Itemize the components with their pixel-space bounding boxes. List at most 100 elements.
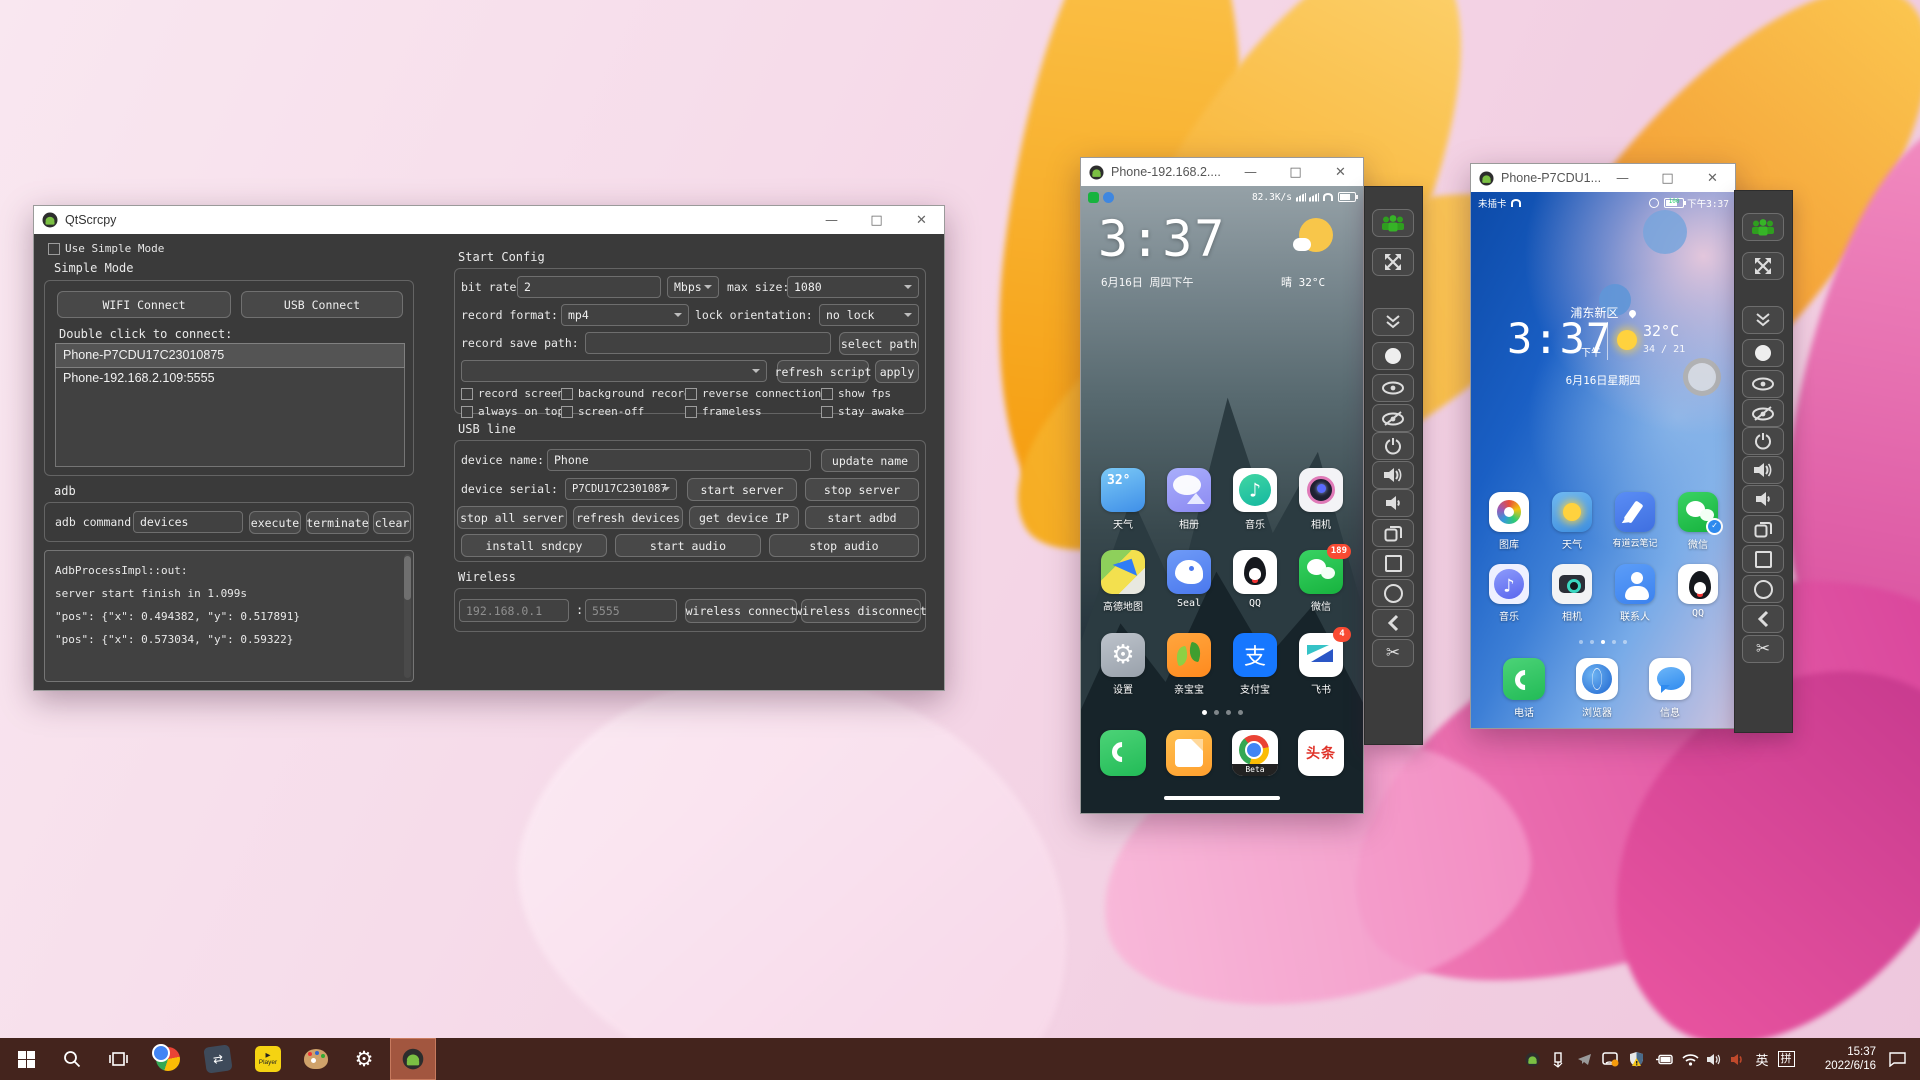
tray-power-icon[interactable] (1652, 1038, 1676, 1080)
screen-on-button[interactable] (1742, 370, 1784, 398)
dock-browser[interactable]: 浏览器 (1567, 658, 1627, 719)
app-camera[interactable]: 相机 (1542, 564, 1602, 623)
frameless-checkbox[interactable]: frameless (685, 405, 762, 418)
install-sndcpy-button[interactable]: install sndcpy (461, 534, 607, 557)
close-icon[interactable]: ✕ (899, 206, 944, 234)
stop-audio-button[interactable]: stop audio (769, 534, 919, 557)
update-name-button[interactable]: update name (821, 449, 919, 472)
phone2-screen[interactable]: 未插卡 100 下午3:37 浦东新区 3:37 下午 32°C 34 / 21… (1471, 192, 1735, 728)
volume-down-button[interactable] (1742, 485, 1784, 513)
menu-button[interactable] (1742, 545, 1784, 573)
app-camera[interactable]: 相机 (1289, 468, 1353, 531)
wireless-disconnect-button[interactable]: wireless disconnect (801, 599, 921, 623)
app-qq[interactable]: QQ (1223, 550, 1287, 609)
dock-phone[interactable]: 电话 (1494, 658, 1554, 719)
start-adbd-button[interactable]: start adbd (805, 506, 919, 529)
dock-phone[interactable] (1091, 730, 1155, 776)
screen-off-button[interactable] (1742, 399, 1784, 427)
terminate-button[interactable]: terminate (306, 511, 369, 534)
home-button[interactable] (1372, 579, 1414, 607)
background-record-checkbox[interactable]: background record (561, 387, 691, 400)
notification-center-button[interactable] (1882, 1038, 1912, 1080)
app-contacts[interactable]: 联系人 (1605, 564, 1665, 623)
power-button[interactable] (1742, 427, 1784, 455)
taskbar-settings[interactable]: ⚙ (342, 1038, 386, 1080)
app-music[interactable]: 音乐 (1223, 468, 1287, 531)
app-amap[interactable]: 高德地图 (1091, 550, 1155, 613)
always-on-top-checkbox[interactable]: always on top (461, 405, 564, 418)
tray-telegram-icon[interactable] (1572, 1038, 1596, 1080)
back-button[interactable] (1742, 605, 1784, 633)
screen-off-button[interactable] (1372, 404, 1414, 432)
qtscrcpy-titlebar[interactable]: QtScrcpy (34, 206, 944, 234)
screenshot-button[interactable]: ✂ (1742, 635, 1784, 663)
select-path-button[interactable]: select path (839, 332, 919, 355)
maximize-icon[interactable]: □ (1273, 158, 1318, 186)
app-seal[interactable]: Seal (1157, 550, 1221, 609)
minimize-icon[interactable]: — (1228, 158, 1273, 186)
taskbar-paint[interactable] (294, 1038, 338, 1080)
app-switch-button[interactable] (1742, 515, 1784, 543)
power-button[interactable] (1372, 432, 1414, 460)
log-scrollbar[interactable] (404, 554, 411, 678)
dock-messages[interactable]: 信息 (1640, 658, 1700, 719)
volume-up-button[interactable] (1372, 461, 1414, 489)
screen-off-checkbox[interactable]: screen-off (561, 405, 644, 418)
tray-usb-icon[interactable] (1546, 1038, 1570, 1080)
app-settings[interactable]: 设置 (1091, 633, 1155, 696)
group-control-button[interactable] (1372, 209, 1414, 237)
stay-awake-checkbox[interactable]: stay awake (821, 405, 904, 418)
tray-wifi-icon[interactable] (1678, 1038, 1702, 1080)
screenshot-button[interactable]: ✂ (1372, 639, 1414, 667)
tray-screencast-icon[interactable] (1598, 1038, 1622, 1080)
app-qq[interactable]: QQ (1668, 564, 1728, 619)
touch-button[interactable] (1372, 342, 1414, 370)
app-feishu[interactable]: 4 飞书 (1289, 633, 1353, 696)
start-server-button[interactable]: start server (687, 478, 797, 501)
stop-all-server-button[interactable]: stop all server (457, 506, 567, 529)
stop-server-button[interactable]: stop server (805, 478, 919, 501)
minimize-icon[interactable]: — (809, 206, 854, 234)
tray-volume-icon[interactable] (1702, 1038, 1726, 1080)
wifi-connect-button[interactable]: WIFI Connect (57, 291, 231, 318)
dock-messages[interactable] (1157, 730, 1221, 776)
app-gallery[interactable]: 图库 (1479, 492, 1539, 551)
taskbar-qtscrcpy-active[interactable] (390, 1038, 436, 1080)
wireless-connect-button[interactable]: wireless connect (685, 599, 797, 623)
taskbar-chrome[interactable] (146, 1038, 190, 1080)
device-list-item[interactable]: Phone-192.168.2.109:5555 (56, 367, 404, 390)
show-fps-checkbox[interactable]: show fps (821, 387, 891, 400)
start-audio-button[interactable]: start audio (615, 534, 761, 557)
taskbar-clock[interactable]: 15:37 2022/6/16 (1804, 1038, 1876, 1080)
ime-pinyin-indicator[interactable]: 拼 (1774, 1038, 1798, 1080)
app-qinbaobao[interactable]: 亲宝宝 (1157, 633, 1221, 696)
record-screen-checkbox[interactable]: record screen (461, 387, 564, 400)
app-weather[interactable]: 天气 (1542, 492, 1602, 551)
app-weather[interactable]: 32° 天气 (1091, 468, 1155, 531)
use-simple-mode-checkbox[interactable]: Use Simple Mode (48, 242, 164, 255)
minimize-icon[interactable]: — (1600, 164, 1645, 192)
collapse-button[interactable] (1742, 306, 1784, 334)
lock-orientation-dropdown[interactable]: no lock (819, 304, 919, 326)
volume-up-button[interactable] (1742, 456, 1784, 484)
search-button[interactable] (50, 1038, 94, 1080)
close-icon[interactable]: ✕ (1690, 164, 1735, 192)
task-view-button[interactable] (96, 1038, 140, 1080)
reverse-connection-checkbox[interactable]: reverse connection (685, 387, 821, 400)
collapse-button[interactable] (1372, 308, 1414, 336)
app-wechat[interactable]: ✓ 微信 (1668, 492, 1728, 551)
app-music[interactable]: 音乐 (1479, 564, 1539, 623)
home-indicator[interactable] (1164, 796, 1280, 800)
app-youdao-note[interactable]: 有道云笔记 (1605, 492, 1665, 549)
maximize-icon[interactable]: □ (854, 206, 899, 234)
start-button[interactable] (4, 1038, 48, 1080)
max-size-dropdown[interactable]: 1080 (787, 276, 919, 298)
screen-on-button[interactable] (1372, 374, 1414, 402)
tray-red-speaker-icon[interactable] (1726, 1038, 1750, 1080)
tray-defender-icon[interactable] (1624, 1038, 1648, 1080)
group-control-button[interactable] (1742, 213, 1784, 241)
menu-button[interactable] (1372, 549, 1414, 577)
script-dropdown[interactable] (461, 360, 767, 382)
get-device-ip-button[interactable]: get device IP (689, 506, 799, 529)
record-save-path-input[interactable] (585, 332, 831, 354)
